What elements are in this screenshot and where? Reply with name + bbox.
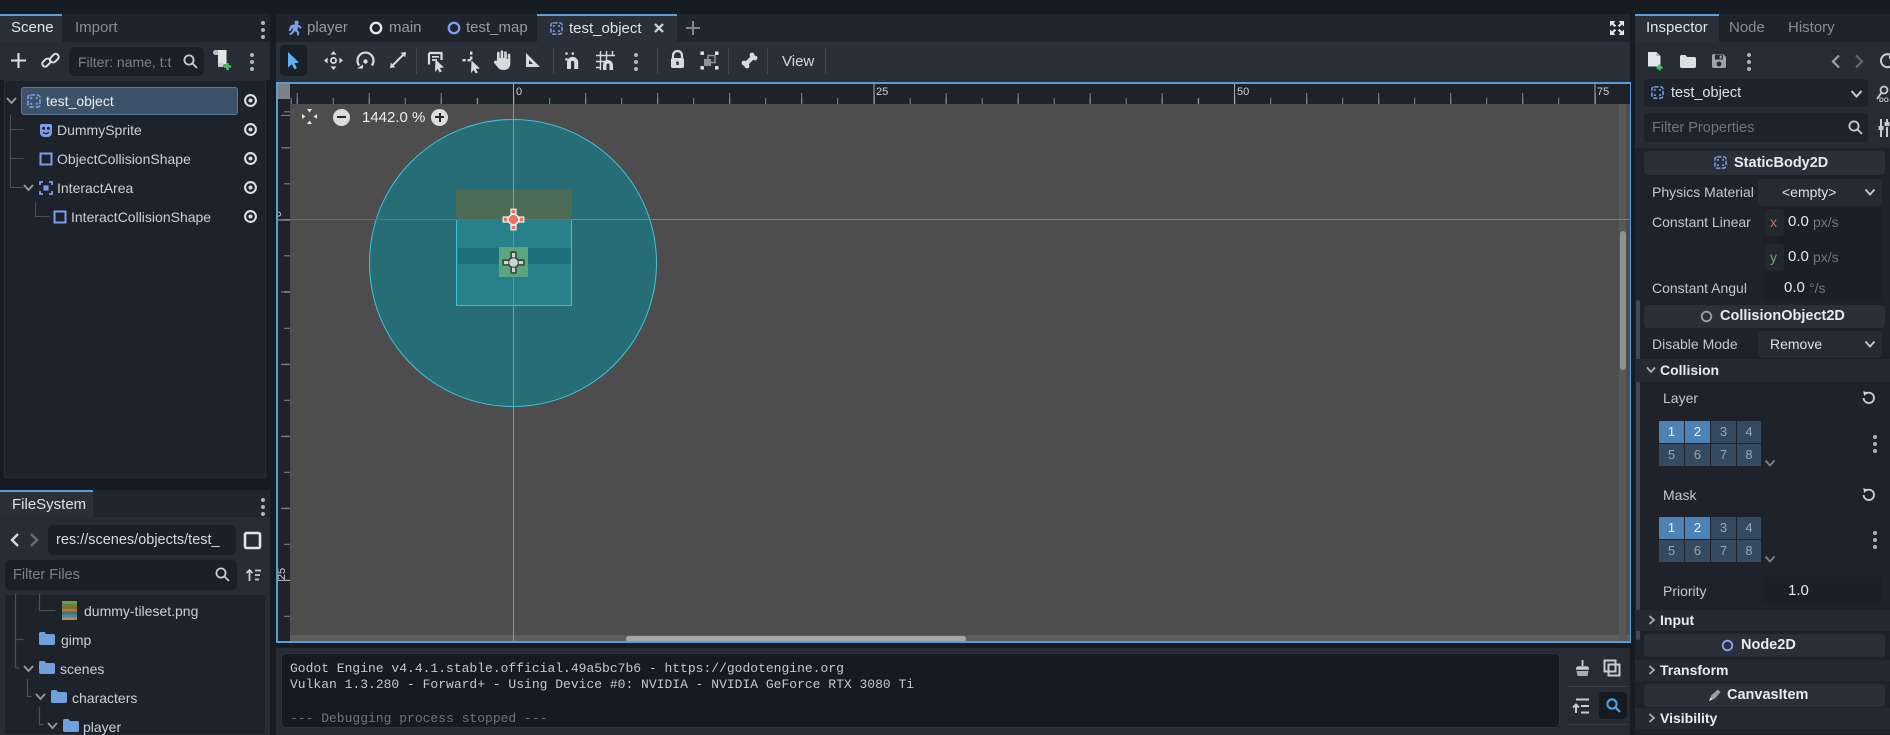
svg-text:DO: DO [1879, 97, 1889, 104]
